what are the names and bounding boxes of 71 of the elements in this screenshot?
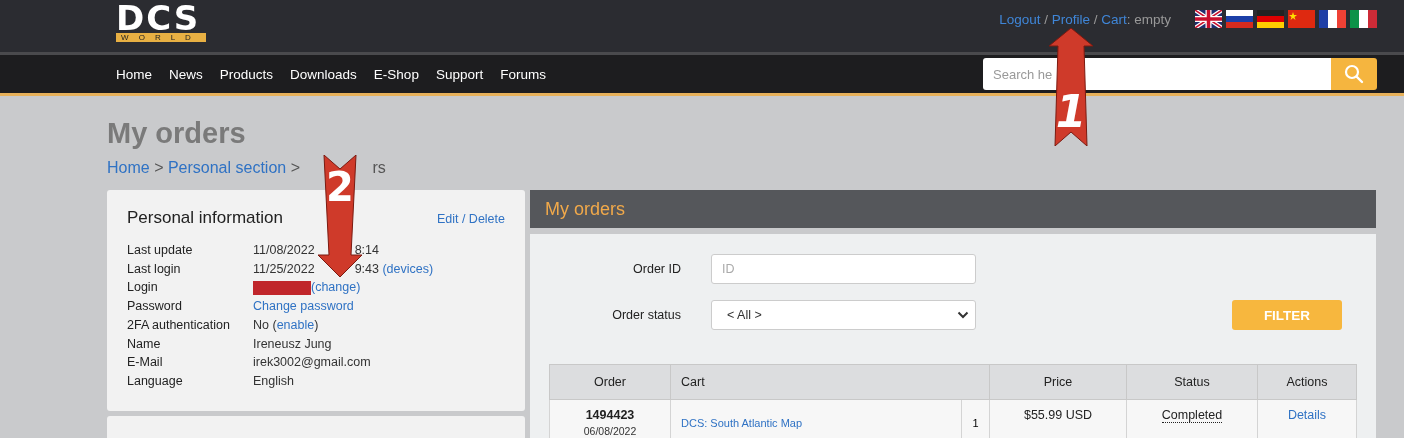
nav-link[interactable]: News	[169, 66, 203, 82]
tricolor-flag-icon[interactable]	[1257, 10, 1284, 28]
column-header: Status	[1126, 364, 1258, 400]
tricolor-flag-icon[interactable]	[1226, 10, 1253, 28]
field-label: Name	[127, 335, 162, 353]
page-title: My orders	[107, 116, 246, 150]
text: 11/08/2022	[253, 242, 315, 259]
order-date: 06/08/2022	[582, 425, 638, 437]
link[interactable]: Change password	[253, 297, 354, 316]
text: >	[153, 159, 165, 177]
order-status: Completed	[1161, 408, 1223, 423]
text: >	[289, 159, 301, 177]
price: $55.99 USD	[1023, 408, 1093, 422]
order-number: 1494423	[584, 408, 636, 422]
nav-link[interactable]: Support	[435, 66, 484, 82]
order-id-field[interactable]: ID	[711, 254, 976, 284]
star-flag-icon[interactable]	[1288, 10, 1315, 28]
column-header: Actions	[1257, 364, 1357, 400]
edit-link[interactable]: Edit / Delete	[436, 212, 505, 226]
tricolor-flag-icon[interactable]	[1350, 10, 1377, 28]
column-header: Order	[549, 364, 671, 400]
nav-link[interactable]: Products	[219, 66, 274, 82]
text: 11/25/2022	[253, 260, 315, 278]
link[interactable]: Profile	[1051, 11, 1090, 27]
search-field[interactable]: Search he	[983, 58, 1331, 90]
search-icon	[1344, 64, 1364, 84]
link[interactable]: Home	[107, 159, 150, 177]
link[interactable]: enable	[276, 315, 315, 335]
link[interactable]: (change)	[311, 278, 361, 298]
annotation-number: 2	[325, 167, 355, 207]
text: Ireneusz Jung	[253, 335, 332, 353]
chevron-icon	[957, 311, 969, 319]
link[interactable]: Cart	[1101, 11, 1127, 27]
nav-link[interactable]: Downloads	[290, 66, 357, 82]
field-label: Last login	[127, 260, 182, 278]
text: 8:14	[354, 242, 379, 259]
text: : empty	[1126, 11, 1171, 27]
tricolor-flag-icon[interactable]	[1319, 10, 1346, 28]
text: /	[1092, 11, 1099, 27]
link[interactable]: (devices)	[382, 259, 434, 279]
product-link[interactable]: DCS: South Atlantic Map	[681, 417, 803, 429]
link[interactable]: Personal section	[167, 159, 287, 177]
quantity: 1	[972, 417, 979, 429]
union-jack-flag-icon[interactable]	[1195, 10, 1222, 28]
nav-link[interactable]: E-Shop	[373, 66, 419, 82]
field-label: 2FA authentication	[127, 316, 231, 334]
text: rs	[372, 159, 386, 177]
redaction-bar	[253, 280, 311, 295]
link[interactable]: Logout	[999, 11, 1041, 27]
text: English	[253, 372, 294, 390]
field-label: Language	[127, 372, 184, 390]
text: 9:43	[354, 260, 380, 278]
text: )	[314, 316, 319, 334]
panel-title: My orders	[545, 198, 625, 220]
annotation-number: 1	[1054, 90, 1088, 134]
text: No (	[253, 316, 277, 334]
card-title: Personal information	[127, 208, 283, 228]
nav-link[interactable]: Forums	[500, 66, 546, 82]
field-label: Order status	[611, 308, 681, 322]
column-header: Price	[989, 364, 1127, 400]
text: /	[1043, 11, 1049, 27]
field-label: Password	[127, 298, 183, 316]
column-header: Cart	[670, 364, 990, 400]
field-label: E-Mail	[127, 354, 164, 372]
nav-link[interactable]: Home	[116, 66, 152, 82]
field-label: Order ID	[632, 262, 681, 276]
text: irek3002@gmail.com	[253, 354, 371, 372]
details-link[interactable]: Details	[1287, 408, 1327, 422]
field-label: Login	[127, 279, 159, 297]
status-dropdown[interactable]: < All >	[711, 300, 976, 330]
field-label: Last update	[127, 242, 194, 259]
